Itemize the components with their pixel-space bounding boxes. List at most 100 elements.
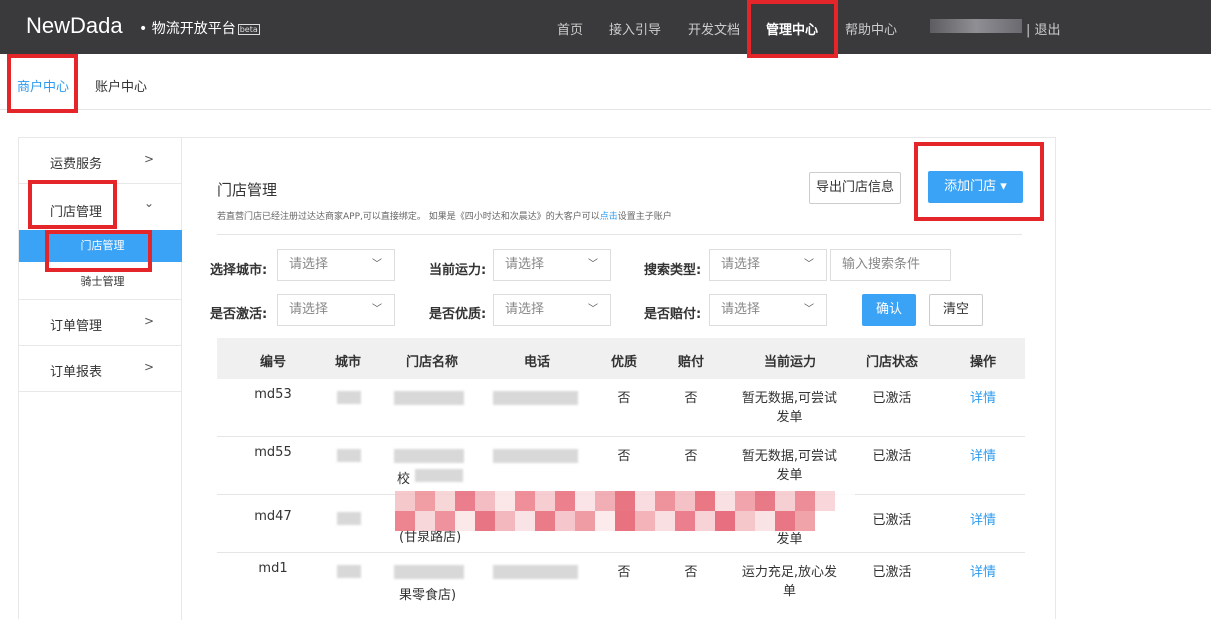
nav-guide[interactable]: 接入引导 <box>609 19 661 38</box>
sidebar-item-freight[interactable]: 运费服务 > <box>19 138 182 184</box>
table-row: md1 果零食店) 否 否 运力充足,放心发 单 已激活 详情 <box>217 553 1025 613</box>
quality-select[interactable]: 请选择 ﹀ <box>493 294 611 326</box>
compensate-label: 是否赔付: <box>644 307 702 322</box>
sidebar-item-reports[interactable]: 订单报表 > <box>19 346 182 392</box>
clear-button[interactable]: 清空 <box>929 294 983 326</box>
detail-link[interactable]: 详情 <box>963 445 1003 464</box>
masked-city <box>337 565 361 578</box>
quality-value: 否 <box>617 565 631 580</box>
detail-link[interactable]: 详情 <box>963 561 1003 580</box>
chevron-right-icon: > <box>144 152 155 166</box>
highlight-box <box>28 180 117 229</box>
note-link[interactable]: 点击 <box>600 212 618 222</box>
platform-label: • 物流开放平台 <box>139 21 236 37</box>
table-header: 编号 城市 门店名称 电话 优质 赔付 当前运力 门店状态 操作 <box>217 338 1025 379</box>
quality-value: 否 <box>617 449 631 464</box>
masked-city <box>337 391 361 404</box>
masked-region <box>395 491 855 531</box>
confirm-button[interactable]: 确认 <box>862 294 916 326</box>
detail-link[interactable]: 详情 <box>963 509 1003 528</box>
table-row: md47 (甘泉路店) 发单 已激活 详情 <box>217 491 1025 553</box>
masked-store-name <box>394 391 464 405</box>
chevron-right-icon: > <box>144 314 155 328</box>
capacity-line2: 发单 <box>776 532 803 547</box>
col-id: 编号 <box>259 355 286 370</box>
status-value: 已激活 <box>872 449 912 464</box>
capacity-line2: 单 <box>782 584 796 599</box>
highlight-box <box>7 54 78 113</box>
compensate-select[interactable]: 请选择 ﹀ <box>709 294 827 326</box>
masked-city <box>337 512 361 525</box>
col-quality: 优质 <box>610 355 637 370</box>
store-id: md55 <box>254 445 292 460</box>
store-id: md47 <box>254 509 292 524</box>
highlight-box <box>914 142 1044 221</box>
chevron-down-icon: ⌄ <box>144 196 155 210</box>
beta-badge: beta <box>237 23 260 35</box>
activated-select[interactable]: 请选择 ﹀ <box>277 294 395 326</box>
chevron-down-icon: ﹀ <box>372 304 382 315</box>
col-status: 门店状态 <box>865 355 918 370</box>
search-type-label: 搜索类型: <box>644 263 702 278</box>
capacity-line1: 暂无数据,可尝试 <box>741 449 838 464</box>
chevron-down-icon: ﹀ <box>804 304 814 315</box>
capacity-select[interactable]: 请选择 ﹀ <box>493 249 611 281</box>
chevron-right-icon: > <box>144 360 155 374</box>
masked-phone <box>493 449 578 463</box>
sidebar-item-label: 订单管理 <box>50 319 103 334</box>
col-name: 门店名称 <box>405 355 458 370</box>
sub-nav: 商户中心 账户中心 <box>0 54 1211 110</box>
quality-value: 否 <box>617 391 631 406</box>
store-name-tail: 校 <box>397 472 411 487</box>
city-select[interactable]: 请选择 ﹀ <box>277 249 395 281</box>
export-store-button[interactable]: 导出门店信息 <box>809 172 901 204</box>
nav-home[interactable]: 首页 <box>557 19 583 38</box>
username-masked <box>930 19 1022 33</box>
search-type-select-value: 请选择 <box>721 257 761 272</box>
capacity-select-value: 请选择 <box>505 257 545 272</box>
table-row: md55 校 否 否 暂无数据,可尝试 发单 已激活 详情 <box>217 437 1025 495</box>
search-type-select[interactable]: 请选择 ﹀ <box>709 249 827 281</box>
logout-link[interactable]: | 退出 <box>1026 19 1061 38</box>
detail-link[interactable]: 详情 <box>963 387 1003 406</box>
nav-help[interactable]: 帮助中心 <box>845 19 897 38</box>
store-id: md1 <box>258 561 288 576</box>
quality-label: 是否优质: <box>429 307 487 322</box>
sidebar-sub-rider-manage[interactable]: 骑士管理 <box>19 268 182 300</box>
chevron-down-icon: ﹀ <box>372 259 382 270</box>
store-id: md53 <box>254 387 292 402</box>
col-city: 城市 <box>334 355 361 370</box>
capacity-line2: 发单 <box>776 410 803 425</box>
search-input[interactable]: 输入搜索条件 <box>830 249 951 281</box>
highlight-box <box>45 230 152 272</box>
divider <box>217 234 1022 235</box>
nav-docs[interactable]: 开发文档 <box>688 19 740 38</box>
chevron-down-icon: ﹀ <box>588 304 598 315</box>
compensate-select-value: 请选择 <box>721 302 761 317</box>
chevron-down-icon: ﹀ <box>588 259 598 270</box>
quality-select-value: 请选择 <box>505 302 545 317</box>
search-input-placeholder: 输入搜索条件 <box>842 257 921 272</box>
city-label: 选择城市: <box>210 263 268 278</box>
capacity-line1: 运力充足,放心发 <box>741 565 838 580</box>
sidebar-item-orders[interactable]: 订单管理 > <box>19 300 182 346</box>
col-action: 操作 <box>969 355 996 370</box>
city-select-value: 请选择 <box>289 257 329 272</box>
note-text-after: 设置主子账户 <box>617 212 672 222</box>
capacity-line2: 发单 <box>776 468 803 483</box>
masked-phone <box>493 565 578 579</box>
store-name-tail: 果零食店) <box>399 588 457 603</box>
page-title: 门店管理 <box>217 181 278 199</box>
logo: NewDada <box>26 13 123 38</box>
masked-city <box>337 449 361 462</box>
note-text: 若直营门店已经注册过达达商家APP,可以直接绑定。 如果是《四小时达和次晨达》的… <box>217 212 600 222</box>
col-phone: 电话 <box>523 355 550 370</box>
compensate-value: 否 <box>684 449 698 464</box>
chevron-down-icon: ﹀ <box>804 259 814 270</box>
tab-account-center[interactable]: 账户中心 <box>95 76 147 95</box>
col-capacity: 当前运力 <box>763 355 816 370</box>
sidebar-item-label: 运费服务 <box>50 157 103 172</box>
masked-store-name <box>394 565 464 579</box>
main-panel: 运费服务 > 门店管理 ⌄ 门店管理 骑士管理 订单管理 > 订单报表 > 门店… <box>18 137 1056 620</box>
capacity-line1: 暂无数据,可尝试 <box>741 391 838 406</box>
